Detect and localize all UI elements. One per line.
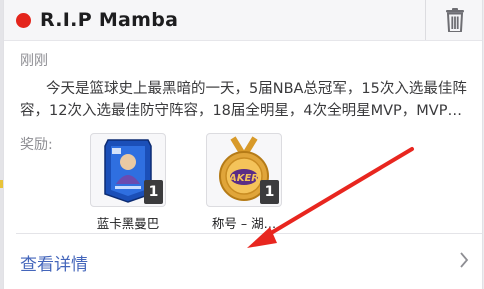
view-details-label: 查看详情 [20, 255, 88, 275]
reward-thumbnail: 1 [90, 133, 166, 207]
status-dot-icon [16, 13, 31, 28]
timestamp: 刚刚 [20, 53, 48, 69]
reward-quantity: 1 [260, 180, 279, 204]
reward-item[interactable]: AKER 1 称号 – 湖… [206, 133, 282, 232]
message-body: 今天是篮球史上最黑暗的一天，5届NBA总冠军，15次入选最佳阵 容，12次入选最… [20, 78, 470, 122]
view-details-link[interactable]: 查看详情 [4, 234, 482, 289]
message-card: R.I.P Mamba 刚刚 今天是篮球史上最黑暗的一天，5届NBA总冠军，15… [3, 0, 483, 289]
chevron-right-icon [460, 252, 469, 268]
reward-item[interactable]: 1 蓝卡黑曼巴 [90, 133, 166, 232]
trash-icon [446, 8, 464, 32]
message-body-line: 容，12次入选最佳防守阵容，18届全明星，4次全明星MVP，MVP、… [20, 103, 470, 119]
card-header: R.I.P Mamba [4, 0, 482, 41]
rewards-label: 奖励: [20, 137, 53, 153]
reward-thumbnail: AKER 1 [206, 133, 282, 207]
svg-text:AKER: AKER [228, 173, 259, 184]
delete-button[interactable] [425, 0, 483, 40]
reward-name: 称号 – 湖… [211, 216, 277, 231]
message-title: R.I.P Mamba [40, 9, 179, 31]
reward-name: 蓝卡黑曼巴 [96, 216, 160, 231]
message-body-line: 今天是篮球史上最黑暗的一天，5届NBA总冠军，15次入选最佳阵 [46, 81, 467, 97]
reward-quantity: 1 [144, 180, 163, 204]
